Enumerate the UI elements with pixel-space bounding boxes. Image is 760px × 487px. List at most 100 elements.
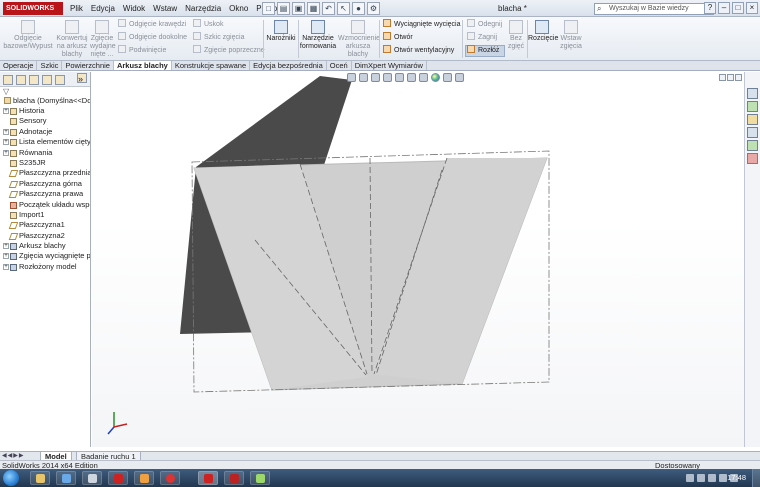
dimxpert-manager-icon[interactable] <box>42 75 52 85</box>
maximize-icon[interactable]: □ <box>732 2 744 14</box>
view-settings-icon[interactable] <box>455 73 464 82</box>
feature-manager-icon[interactable] <box>3 75 13 85</box>
chevron-right-icon[interactable]: » <box>77 73 87 84</box>
design-library-icon[interactable] <box>746 101 758 112</box>
rip-button[interactable]: Rozcięcie <box>528 20 558 43</box>
close-icon[interactable]: × <box>746 2 758 14</box>
corners-button[interactable]: Narożniki <box>265 20 297 43</box>
knowledge-search-input[interactable]: ⌕ Wyszukaj w Bazie wiedzy <box>594 3 714 15</box>
print-icon[interactable]: ▦ <box>307 2 320 15</box>
base-flange-button[interactable]: Odgięcie bazowe/Wypust <box>2 20 54 51</box>
miter-flange-button[interactable]: Odgięcie dookolne <box>118 32 187 43</box>
display-style-icon[interactable] <box>407 73 416 82</box>
tree-item-plane2[interactable]: Płaszczyzna2 <box>0 231 90 241</box>
menu-edit[interactable]: Edycja <box>87 0 119 17</box>
taskbar-app-paint[interactable] <box>134 471 154 485</box>
taskbar-app-opera[interactable] <box>160 471 180 485</box>
convert-to-sheet-metal-button[interactable]: Konwertuj na arkusz blachy <box>54 20 90 59</box>
scene-icon[interactable] <box>443 73 452 82</box>
tray-icon[interactable] <box>708 474 716 482</box>
menu-window[interactable]: Okno <box>225 0 252 17</box>
unfold-button[interactable]: Odegnij <box>467 19 502 30</box>
tree-item-top-plane[interactable]: Płaszczyzna górna <box>0 179 90 189</box>
lofted-bend-button[interactable]: Zgięcie wydajne nięte ... <box>90 20 116 59</box>
tree-item-equations[interactable]: + Równania <box>0 148 90 158</box>
property-manager-icon[interactable] <box>16 75 26 85</box>
display-manager-icon[interactable] <box>55 75 65 85</box>
section-view-icon[interactable] <box>383 73 392 82</box>
save-icon[interactable]: ▣ <box>292 2 305 15</box>
tree-item-sheet-metal[interactable]: + Arkusz blachy <box>0 241 90 251</box>
appearance-icon[interactable] <box>431 73 440 82</box>
jog-button[interactable]: Uskok <box>193 19 223 30</box>
expand-icon[interactable]: + <box>3 108 9 114</box>
tree-item-import1[interactable]: Import1 <box>0 210 90 220</box>
help-icon[interactable]: ? <box>704 2 716 14</box>
solidworks-logo[interactable]: SOLIDWORKS <box>3 2 63 15</box>
zoom-area-icon[interactable] <box>359 73 368 82</box>
tab-direct-editing[interactable]: Edycja bezpośrednia <box>250 61 327 70</box>
menu-view[interactable]: Widok <box>119 0 149 17</box>
tree-item-plane1[interactable]: Płaszczyzna1 <box>0 220 90 230</box>
file-explorer-icon[interactable] <box>746 114 758 125</box>
edge-flange-button[interactable]: Odgięcie krawędzi <box>118 19 186 30</box>
tree-root-part[interactable]: blacha (Domyślna<<Do <box>0 96 90 106</box>
viewport-close-icon[interactable] <box>735 74 742 81</box>
tray-icon[interactable] <box>697 474 705 482</box>
menu-file[interactable]: Plik <box>66 0 87 17</box>
undo-icon[interactable]: ↶ <box>322 2 335 15</box>
tab-sheet-metal[interactable]: Arkusz blachy <box>113 61 172 70</box>
flatten-button[interactable]: Rozłóż <box>467 45 499 56</box>
taskbar-app-notes[interactable] <box>250 471 270 485</box>
options-gear-icon[interactable]: ⚙ <box>367 2 380 15</box>
view-orientation-icon[interactable] <box>395 73 404 82</box>
tab-surfaces[interactable]: Powierzchnie <box>62 61 114 70</box>
new-document-icon[interactable]: □ <box>262 2 275 15</box>
view-palette-icon[interactable] <box>746 127 758 138</box>
taskbar-app-solidworks[interactable] <box>108 471 128 485</box>
expand-icon[interactable]: + <box>3 243 9 250</box>
model-view[interactable] <box>92 72 744 447</box>
viewport-minimize-icon[interactable] <box>719 74 726 81</box>
tree-item-right-plane[interactable]: Płaszczyzna prawa <box>0 189 90 199</box>
tree-item-flat-pattern[interactable]: + Rozłożony model <box>0 262 90 272</box>
tree-item-annotations[interactable]: + Adnotacje <box>0 127 90 137</box>
expand-icon[interactable]: + <box>3 139 9 146</box>
configuration-manager-icon[interactable] <box>29 75 39 85</box>
expand-icon[interactable]: + <box>3 149 9 156</box>
taskbar-clock[interactable]: 17:48 <box>727 469 746 487</box>
tree-item-lofted-bends[interactable]: + Zgięcia wyciągnięte p <box>0 251 90 261</box>
tree-item-origin[interactable]: Początek układu współ <box>0 200 90 210</box>
select-arrow-icon[interactable]: ↖ <box>337 2 350 15</box>
viewport-restore-icon[interactable] <box>727 74 734 81</box>
rebuild-icon[interactable]: ● <box>352 2 365 15</box>
tree-item-sensors[interactable]: Sensory <box>0 116 90 126</box>
tree-item-cut-list[interactable]: + Lista elementów cięty <box>0 137 90 147</box>
taskbar-app-explorer[interactable] <box>30 471 50 485</box>
sketched-bend-button[interactable]: Szkic zgięcia <box>193 32 244 43</box>
previous-view-icon[interactable] <box>371 73 380 82</box>
hide-show-icon[interactable] <box>419 73 428 82</box>
start-button[interactable] <box>3 470 19 486</box>
sheet-metal-gusset-button[interactable]: Wzmocnienie arkusza blachy <box>338 20 380 59</box>
taskbar-app-media[interactable] <box>56 471 76 485</box>
network-icon[interactable] <box>719 474 727 482</box>
taskbar-app-calculator[interactable] <box>82 471 102 485</box>
show-desktop-button[interactable] <box>752 469 760 487</box>
vent-button[interactable]: Otwór wentylacyjny <box>383 45 454 56</box>
graphics-area[interactable] <box>92 72 744 447</box>
tab-features[interactable]: Operacje <box>0 61 38 70</box>
expand-icon[interactable]: + <box>3 253 9 260</box>
tab-evaluate[interactable]: Oceń <box>327 61 352 70</box>
fold-button[interactable]: Zagnij <box>467 32 497 43</box>
forming-tool-button[interactable]: Narzędzie formowania <box>299 20 337 51</box>
taskbar-app-solidworks-active[interactable] <box>198 471 218 485</box>
tab-weldments[interactable]: Konstrukcje spawane <box>172 61 251 70</box>
tree-item-front-plane[interactable]: Płaszczyzna przednia <box>0 168 90 178</box>
insert-bends-button[interactable]: Wstaw zgięcia <box>556 20 586 51</box>
expand-icon[interactable]: + <box>3 263 9 270</box>
cross-break-button[interactable]: Zgięcie poprzeczne <box>193 45 265 56</box>
extruded-cut-button[interactable]: Wyciągnięte wycięcia <box>383 19 460 30</box>
custom-properties-icon[interactable] <box>746 153 758 164</box>
tree-item-history[interactable]: + Historia <box>0 106 90 116</box>
